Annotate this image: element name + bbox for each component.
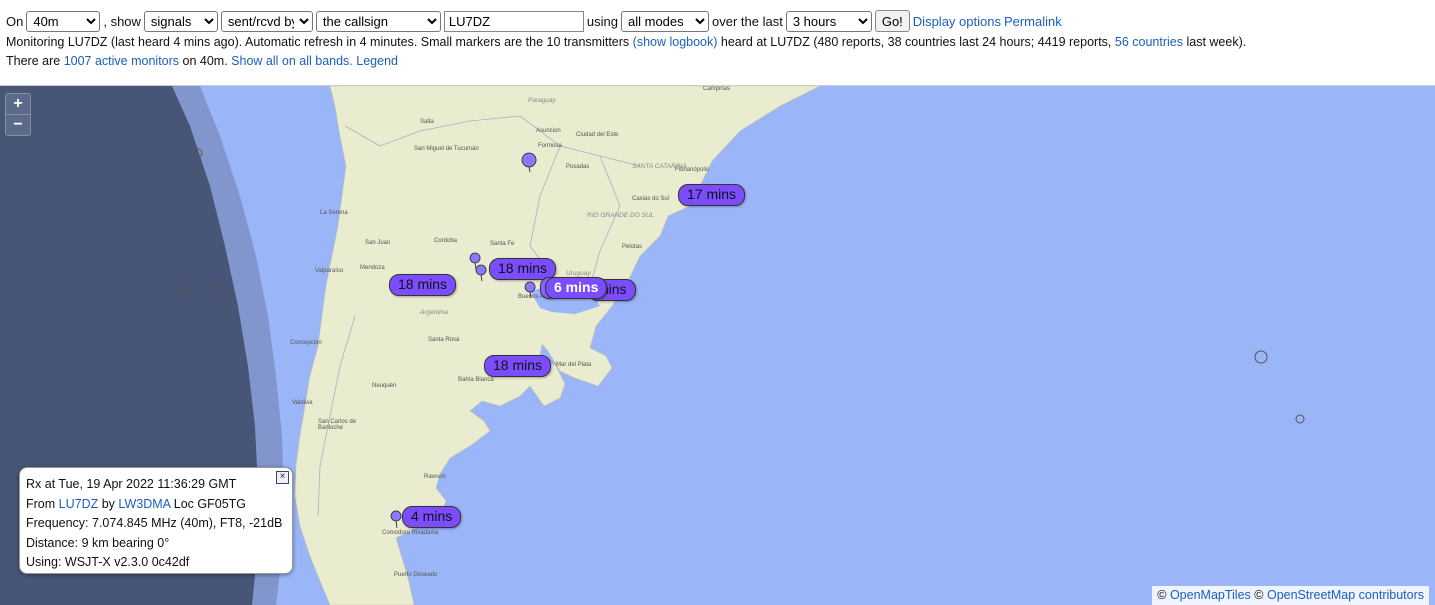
zoom-in-button[interactable]: +	[6, 94, 30, 114]
city-label: Santa Rosa	[428, 337, 460, 343]
copyright-symbol: ©	[1157, 588, 1167, 602]
direction-select[interactable]: sent/rcvd by	[220, 10, 313, 32]
time-callout[interactable]: 6 mins	[545, 277, 608, 299]
copyright-symbol: ©	[1254, 588, 1264, 602]
time-callout[interactable]: 4 mins	[402, 506, 462, 528]
popup-frequency: Frequency: 7.074.845 MHz (40m), FT8, -21…	[26, 516, 283, 530]
locator: Loc GF05TG	[173, 496, 247, 511]
period-select[interactable]: 3 hours	[785, 10, 872, 32]
city-label: Bahía Blanca	[458, 377, 494, 383]
status-line-2: There are 1007 active monitors on 40m. S…	[6, 52, 1429, 71]
city-label: Formosa	[538, 143, 562, 149]
time-callout[interactable]: 18 mins	[389, 274, 457, 296]
city-label: Valdivia	[292, 400, 313, 406]
permalink-link[interactable]: Permalink	[1004, 14, 1062, 29]
band-select[interactable]: 40m	[26, 10, 101, 32]
status-text-1b: heard at LU7DZ (480 reports, 38 countrie…	[720, 35, 1112, 49]
display-options-link[interactable]: Display options	[913, 14, 1001, 29]
controls-panel: On 40m , show signals sent/rcvd by the c…	[0, 0, 1435, 86]
city-label: Cordoba	[434, 238, 458, 244]
query-row: On 40m , show signals sent/rcvd by the c…	[6, 10, 1429, 32]
city-label: Florianópolis	[675, 167, 710, 173]
go-button[interactable]: Go!	[874, 10, 910, 32]
region-label: Paraguay	[528, 97, 556, 104]
city-label: Rawson	[424, 474, 446, 480]
callsign-input[interactable]	[443, 10, 584, 32]
city-label: Posadas	[566, 164, 590, 170]
show-all-bands-link[interactable]: Show all on all bands.	[231, 54, 353, 68]
by-label: by	[101, 496, 115, 511]
region-label: RIO GRANDE DO SUL	[587, 212, 655, 219]
close-icon[interactable]: ×	[276, 471, 289, 484]
from-callsign-link[interactable]: LU7DZ	[59, 497, 99, 511]
by-callsign-link[interactable]: LW3DMA	[118, 497, 170, 511]
city-label: Pelotas	[622, 244, 643, 250]
countries-link[interactable]: 56 countries	[1115, 35, 1183, 49]
city-label: Salta	[420, 119, 434, 125]
city-label: Comodoro Rivadavia	[382, 530, 439, 536]
city-label: Mendoza	[360, 265, 385, 271]
city-label: Campinas	[703, 86, 731, 92]
city-label: San Juan	[365, 240, 391, 246]
popup-from: From LU7DZ by LW3DMA Loc GF05TG	[26, 495, 286, 515]
city-label: Caxias do Sul	[632, 196, 670, 202]
zoom-out-button[interactable]: −	[6, 114, 30, 135]
city-label: Santa Fe	[490, 241, 515, 247]
region-label: Uruguay	[566, 270, 591, 277]
zoom-control: + −	[5, 93, 31, 136]
city-label: Ciudad del Este	[576, 132, 619, 138]
popup-using: Using: WSJT-X v2.3.0 0c42df	[26, 555, 190, 569]
status-line-1: Monitoring LU7DZ (last heard 4 mins ago)…	[6, 33, 1429, 52]
city-label: La Serena	[320, 210, 348, 216]
using-label: using	[586, 13, 618, 29]
from-label: From	[26, 496, 56, 511]
time-callout[interactable]: 18 mins	[484, 355, 552, 377]
city-label: Concepción	[290, 340, 322, 346]
map-view[interactable]: + − Campinas Paraguay Salta Asuncion Ciu…	[0, 86, 1435, 605]
active-monitors-link[interactable]: 1007 active monitors	[64, 54, 179, 68]
target-select[interactable]: the callsign	[315, 10, 441, 32]
city-label: Asuncion	[536, 128, 561, 134]
region-label: Argentina	[420, 309, 448, 316]
city-label: San Carlos de Bariloche	[318, 419, 357, 431]
show-label: , show	[103, 13, 141, 29]
city-label: Neuquén	[372, 383, 397, 389]
city-label: Valparaíso	[315, 268, 344, 274]
status-text-2b: on 40m.	[182, 54, 228, 68]
legend-link[interactable]: Legend	[356, 54, 398, 68]
time-callout[interactable]: 17 mins	[678, 184, 746, 206]
show-type-select[interactable]: signals	[143, 10, 218, 32]
popup-rx: Rx at Tue, 19 Apr 2022 11:36:29 GMT	[26, 477, 237, 491]
over-label: over the last	[712, 13, 783, 29]
show-logbook-link[interactable]: (show logbook)	[633, 35, 718, 49]
status-text-1a: Monitoring LU7DZ (last heard 4 mins ago)…	[6, 35, 630, 49]
modes-select[interactable]: all modes	[621, 10, 709, 32]
city-label: San Miguel de Tucumán	[414, 146, 479, 152]
city-label: Puerto Deseado	[394, 572, 438, 578]
map-attribution: © OpenMapTiles © OpenStreetMap contribut…	[1152, 586, 1429, 605]
report-popup: × Rx at Tue, 19 Apr 2022 11:36:29 GMT Fr…	[19, 467, 293, 574]
status-text-1c: last week).	[1186, 35, 1247, 49]
openstreetmap-link[interactable]: OpenStreetMap contributors	[1267, 588, 1424, 602]
status-text-2a: There are	[6, 54, 61, 68]
popup-distance: Distance: 9 km bearing 0°	[26, 535, 170, 550]
city-label: Mar del Plata	[556, 362, 592, 368]
on-label: On	[6, 13, 24, 29]
openmaptiles-link[interactable]: OpenMapTiles	[1170, 588, 1251, 602]
